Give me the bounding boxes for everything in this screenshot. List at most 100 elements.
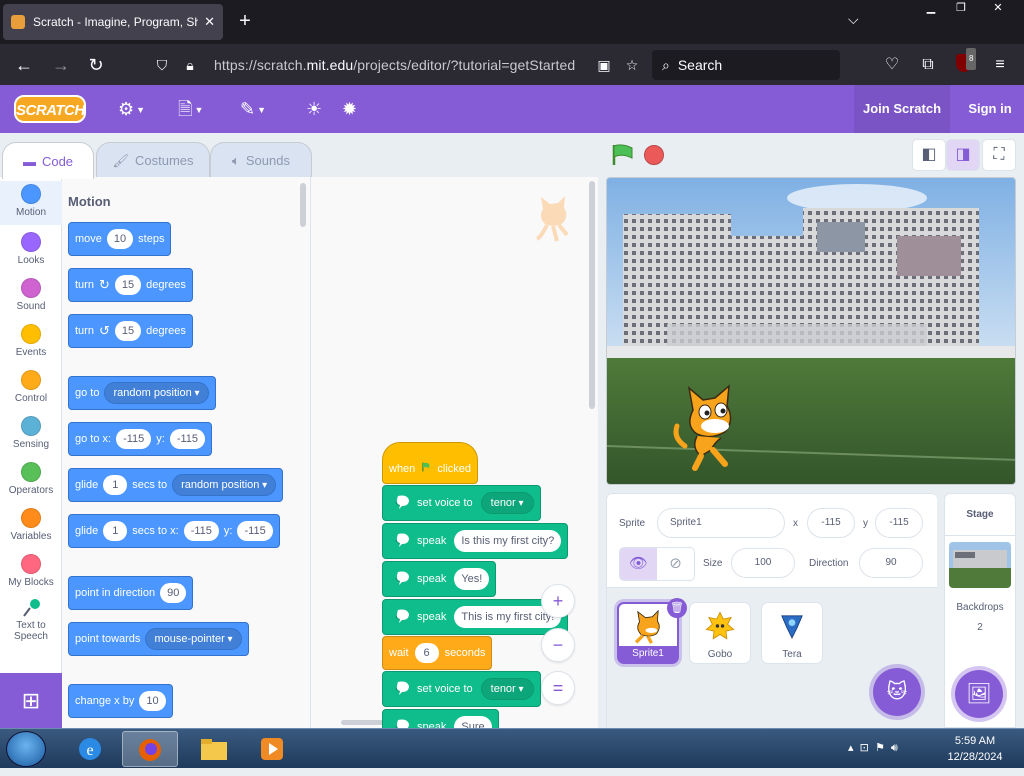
ublock-shield-icon[interactable]: 8	[952, 48, 977, 76]
hide-eye-icon[interactable]: ⊘	[657, 548, 694, 580]
category-sensing[interactable]: Sensing	[0, 413, 62, 457]
speak-block[interactable]: speak Yes!	[382, 561, 497, 597]
window-restore-button[interactable]: ❐	[946, 0, 976, 18]
turn-left-input[interactable]: 15	[114, 321, 142, 341]
change-x-block[interactable]: change x by 10	[68, 684, 173, 718]
tutorials-lightbulb-icon[interactable]: ☀	[306, 97, 322, 121]
system-tray[interactable]: ▴ ⊡ ⚑ 🔊︎	[848, 741, 898, 755]
settings-gear-icon[interactable]: ⚙ ▼	[118, 97, 145, 121]
x-position-input[interactable]: -115	[807, 508, 855, 538]
glide-target-dropdown[interactable]: random position	[172, 474, 277, 496]
code-workspace[interactable]: when clicked set voice totenor speakIs t…	[311, 177, 598, 728]
reader-view-icon[interactable]: ▣	[592, 57, 616, 74]
wait-seconds-input[interactable]: 6	[414, 643, 439, 663]
voice-dropdown[interactable]: tenor	[480, 678, 534, 700]
url-bar[interactable]: ⛉ 🔒︎ https://scratch.mit.edu/projects/ed…	[146, 50, 642, 80]
bookmark-star-icon[interactable]: ☆	[620, 57, 644, 74]
move-steps-input[interactable]: 10	[106, 229, 134, 249]
speak-block[interactable]: speak Sure	[382, 709, 499, 728]
point-in-direction-block[interactable]: point in direction 90	[68, 576, 194, 610]
category-variables[interactable]: Variables	[0, 505, 62, 549]
stop-sign-icon[interactable]	[644, 145, 664, 165]
set-voice-block[interactable]: set voice to tenor	[382, 671, 541, 707]
category-looks[interactable]: Looks	[0, 229, 62, 273]
green-flag-icon[interactable]	[610, 144, 634, 166]
wait-seconds-block[interactable]: wait 6 seconds	[382, 636, 492, 670]
sprite-thumb-tera[interactable]: Tera	[761, 602, 823, 664]
go-to-block[interactable]: go to random position	[68, 376, 216, 410]
category-text-to-speech[interactable]: Text to Speech	[0, 597, 62, 647]
add-extension-button[interactable]: ⊞	[0, 673, 62, 728]
internet-explorer-icon[interactable]: e	[62, 731, 118, 767]
extensions-puzzle-icon[interactable]: ⧉	[916, 54, 940, 76]
turn-right-input[interactable]: 15	[114, 275, 142, 295]
direction-input[interactable]: 90	[160, 583, 187, 603]
point-towards-dropdown[interactable]: mouse-pointer	[145, 628, 242, 650]
tab-costumes[interactable]: 🖌︎ Costumes	[96, 142, 210, 178]
sprite-name-input[interactable]: Sprite1	[657, 508, 785, 538]
turn-left-block[interactable]: turn ↺ 15 degrees	[68, 314, 193, 348]
url-text[interactable]: https://scratch.mit.edu/projects/editor/…	[214, 57, 575, 73]
new-tab-button[interactable]: +	[233, 9, 257, 33]
category-motion[interactable]: Motion	[0, 181, 62, 225]
tab-code[interactable]: ▬ Code	[2, 142, 94, 179]
firefox-icon[interactable]	[122, 731, 178, 767]
delete-trash-icon[interactable]: 🗑︎	[667, 598, 687, 618]
sprite-thumb-gobo[interactable]: Gobo	[689, 602, 751, 664]
go-to-y-input[interactable]: -115	[169, 429, 206, 449]
point-towards-block[interactable]: point towards mouse-pointer	[68, 622, 249, 656]
category-control[interactable]: Control	[0, 367, 62, 411]
fullscreen-icon[interactable]: ⛶	[982, 139, 1016, 171]
speak-text-input[interactable]: Is this my first city?	[454, 530, 562, 552]
go-to-xy-block[interactable]: go to x: -115 y: -115	[68, 422, 213, 456]
change-x-input[interactable]: 10	[139, 691, 166, 711]
add-backdrop-button[interactable]: 🖼︎	[955, 670, 1003, 718]
edit-pencil-icon[interactable]: ✎ ▼	[240, 97, 266, 121]
file-menu-icon[interactable]: 🗎︎ ▼	[178, 97, 203, 121]
glide-xy-secs-input[interactable]: 1	[103, 521, 128, 541]
palette-scrollbar[interactable]	[300, 183, 306, 227]
turn-right-block[interactable]: turn ↻ 15 degrees	[68, 268, 193, 302]
glide-to-block[interactable]: glide 1 secs to random position	[68, 468, 284, 502]
lock-icon[interactable]: 🔒︎	[178, 57, 202, 74]
go-to-x-input[interactable]: -115	[116, 429, 152, 449]
small-stage-button[interactable]: ◧	[912, 139, 946, 171]
windows-start-button[interactable]	[6, 731, 46, 767]
category-my-blocks[interactable]: My Blocks	[0, 551, 62, 595]
speak-block[interactable]: speak Is this my first city?	[382, 523, 569, 559]
file-explorer-folder-icon[interactable]	[186, 731, 242, 767]
back-arrow-icon[interactable]: ←	[11, 52, 37, 78]
media-player-icon[interactable]	[244, 731, 300, 767]
y-position-input[interactable]: -115	[875, 508, 923, 538]
speak-text-input[interactable]: Sure	[454, 716, 492, 728]
move-steps-block[interactable]: move 10 steps	[68, 222, 172, 256]
category-operators[interactable]: Operators	[0, 459, 62, 503]
hamburger-menu-icon[interactable]: ≡	[988, 54, 1012, 76]
category-sound[interactable]: Sound	[0, 275, 62, 319]
show-toggle[interactable]: 👁︎ ⊘	[619, 547, 695, 581]
tab-sounds[interactable]: 🔈︎ Sounds	[210, 142, 312, 178]
glide-y-input[interactable]: -115	[237, 521, 273, 541]
search-input[interactable]: ⌕ Search	[652, 50, 840, 80]
tab-close-icon[interactable]: ✕	[204, 14, 215, 30]
zoom-reset-button[interactable]: =	[541, 671, 575, 705]
show-eye-icon[interactable]: 👁︎	[620, 548, 657, 580]
go-to-target-dropdown[interactable]: random position	[104, 382, 209, 404]
debug-icon[interactable]: ✹	[342, 97, 357, 121]
stage-canvas[interactable]	[606, 177, 1016, 485]
pocket-icon[interactable]: ♡	[880, 54, 904, 76]
forward-arrow-icon[interactable]: →	[48, 52, 74, 78]
normal-stage-button[interactable]: ◨	[946, 139, 980, 171]
join-scratch-button[interactable]: Join Scratch	[854, 85, 950, 133]
list-all-tabs-icon[interactable]: ⌵	[848, 11, 859, 28]
direction-input[interactable]: 90	[859, 548, 923, 578]
zoom-out-button[interactable]: −	[541, 628, 575, 662]
add-sprite-button[interactable]: 🐱︎	[873, 668, 921, 716]
window-close-button[interactable]: ✕	[976, 0, 1020, 18]
browser-tab[interactable]: Scratch - Imagine, Program, Sh ✕	[3, 4, 223, 40]
window-minimize-button[interactable]: ▁	[916, 0, 946, 18]
taskbar-clock[interactable]: 5:59 AM 12/28/2024	[938, 733, 1012, 765]
reload-icon[interactable]: ↻	[83, 52, 109, 78]
stage-thumbnail[interactable]	[949, 542, 1011, 588]
sprite-thumb-sprite1[interactable]: 🗑︎ Sprite1	[617, 598, 687, 664]
